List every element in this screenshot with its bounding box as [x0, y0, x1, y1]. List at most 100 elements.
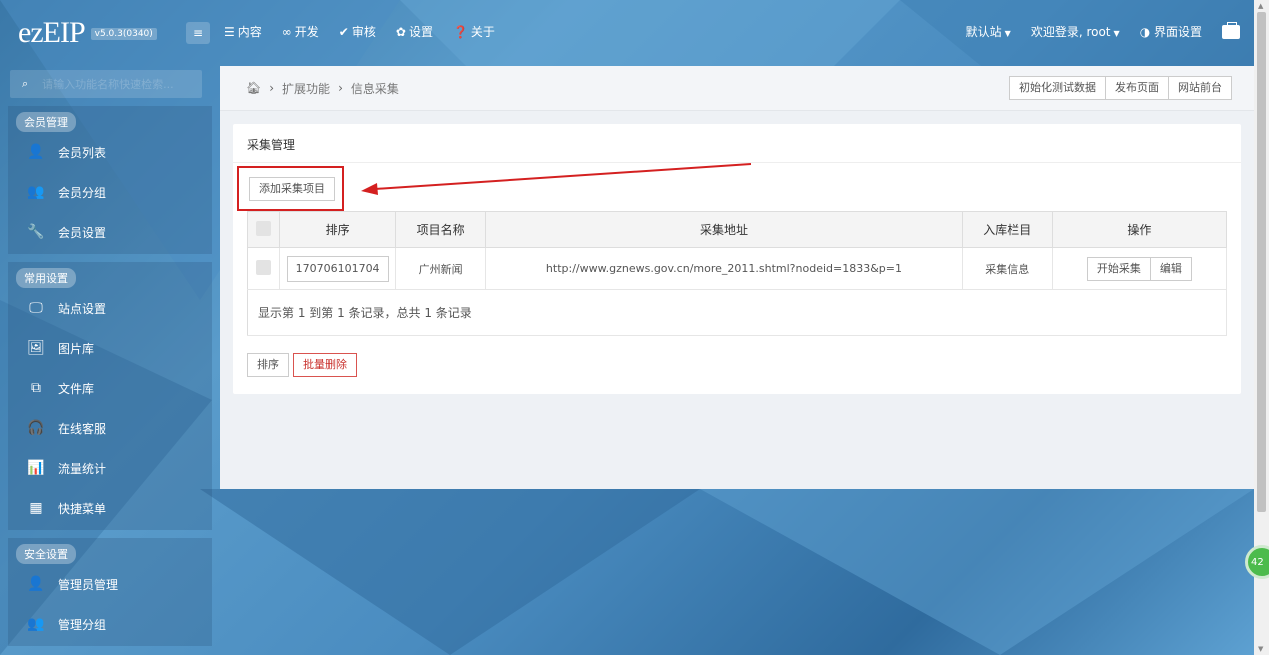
main-content: 🏠︎ › 扩展功能 › 信息采集 初始化测试数据 发布页面 网站前台 采集管理 … [220, 66, 1254, 489]
publish-page-button[interactable]: 发布页面 [1105, 76, 1169, 100]
breadcrumb-item-current: 信息采集 [350, 81, 399, 96]
sidebar-item-member-list[interactable]: 👤 会员列表 [8, 132, 212, 172]
nav-content[interactable]: ☰ 内容 [224, 23, 262, 40]
sidebar-item-member-group[interactable]: 👥 会员分组 [8, 172, 212, 212]
group-label: 常用设置 [16, 268, 76, 288]
sidebar-item-file-library[interactable]: ⧉ 文件库 [8, 368, 212, 408]
headset-icon: 🎧 [27, 420, 45, 436]
col-category: 入库栏目 [962, 211, 1053, 248]
row-category: 采集信息 [962, 247, 1053, 290]
row-checkbox[interactable] [256, 259, 272, 275]
home-icon[interactable]: 🏠︎ [246, 81, 261, 95]
sidebar-item-label: 流量统计 [58, 461, 107, 476]
top-bar: ezEIP v5.0.3(0340) ≡ ☰ 内容 ∞ 开发 ✔ 审核 ✿ 设置 ❓ 关于… [0, 0, 1254, 66]
site-frontend-button[interactable]: 网站前台 [1168, 76, 1232, 100]
nav-about[interactable]: ❓ 关于 [453, 23, 495, 40]
wrench-icon: 🔧 [27, 224, 45, 240]
nav-label: 设置 [408, 25, 433, 39]
highlight-box: 添加采集项目 [237, 166, 344, 211]
user-icon: 👤 [27, 144, 45, 160]
nav-review[interactable]: ✔ 审核 [339, 23, 376, 40]
sidebar-item-admin-management[interactable]: 👤 管理员管理 [8, 564, 212, 604]
question-icon: ❓ [452, 25, 468, 39]
sidebar-item-label: 文件库 [58, 381, 95, 396]
sidebar-item-member-settings[interactable]: 🔧 会员设置 [8, 212, 212, 252]
users-icon: 👥 [27, 184, 45, 200]
menu-toggle-button[interactable]: ≡ [186, 22, 210, 44]
sidebar-item-label: 会员列表 [58, 145, 107, 160]
files-icon: ⧉ [31, 380, 41, 396]
sidebar-item-label: 管理分组 [58, 617, 107, 632]
sidebar-item-site-settings[interactable]: 🖵 站点设置 [8, 288, 212, 328]
group-label: 安全设置 [16, 544, 76, 564]
row-sort-cell [279, 247, 397, 290]
col-sort[interactable]: 排序 [279, 211, 397, 248]
col-url: 采集地址 [485, 211, 963, 248]
grid-icon: ▦ [29, 500, 43, 516]
group-label: 会员管理 [16, 112, 76, 132]
user-dropdown[interactable]: 欢迎登录, root ▼ [1031, 23, 1120, 40]
site-label: 默认站 [965, 25, 1002, 39]
nav-develop[interactable]: ∞ 开发 [282, 23, 319, 40]
scroll-thumb[interactable] [1257, 12, 1266, 512]
scroll-down-icon[interactable]: ▼ [1258, 645, 1263, 653]
col-actions: 操作 [1052, 211, 1228, 248]
chevron-down-icon: ▼ [1113, 29, 1120, 38]
nav-settings[interactable]: ✿ 设置 [396, 23, 433, 40]
add-collection-button[interactable]: 添加采集项目 [249, 177, 335, 201]
row-name: 广州新闻 [395, 247, 487, 290]
users-icon: 👥 [27, 616, 45, 632]
top-right-menu: 默认站 ▼ 欢迎登录, root ▼ ◑ 界面设置 [966, 21, 1240, 40]
search-icon: ⌕ [22, 77, 29, 90]
sidebar-item-traffic-stats[interactable]: 📊 流量统计 [8, 448, 212, 488]
sort-button[interactable]: 排序 [247, 353, 289, 377]
col-name: 项目名称 [395, 211, 487, 248]
sidebar-item-admin-group[interactable]: 👥 管理分组 [8, 604, 212, 644]
breadcrumb-item[interactable]: 扩展功能 [282, 80, 330, 97]
sidebar-item-label: 快捷菜单 [58, 501, 107, 516]
sidebar-item-label: 管理员管理 [58, 577, 119, 592]
sidebar-item-label: 在线客服 [58, 421, 107, 436]
check-icon: ✔ [338, 25, 349, 39]
version-badge: v5.0.3(0340) [90, 28, 157, 40]
contrast-icon: ◑ [1139, 25, 1154, 39]
image-icon: 🖼 [27, 340, 45, 356]
start-collect-button[interactable]: 开始采集 [1086, 256, 1151, 281]
gear-icon: ✿ [395, 25, 406, 39]
nav-label: 关于 [470, 25, 495, 39]
chevron-right-icon: › [269, 81, 275, 95]
nav-label: 内容 [237, 25, 262, 39]
chevron-right-icon: › [338, 81, 343, 95]
sidebar-item-label: 站点设置 [58, 301, 107, 316]
table-header-row: 排序 项目名称 采集地址 入库栏目 操作 [247, 211, 1228, 248]
briefcase-icon[interactable] [1222, 21, 1240, 39]
sidebar-item-label: 图片库 [58, 341, 95, 356]
annotation-arrow [361, 163, 751, 195]
monitor-icon: 🖵 [29, 300, 43, 316]
init-test-data-button[interactable]: 初始化测试数据 [1009, 76, 1106, 100]
site-dropdown[interactable]: 默认站 ▼ [966, 23, 1011, 40]
select-all-checkbox[interactable] [256, 220, 272, 236]
sidebar-item-label: 会员分组 [58, 185, 107, 200]
batch-delete-button[interactable]: 批量删除 [293, 353, 357, 377]
sort-input[interactable] [286, 255, 389, 282]
chevron-down-icon: ▼ [1004, 29, 1011, 38]
sidebar-item-online-service[interactable]: 🎧 在线客服 [8, 408, 212, 448]
sidebar-item-quick-menu[interactable]: ▦ 快捷菜单 [8, 488, 212, 528]
select-all-cell [247, 211, 281, 248]
welcome-label: 欢迎登录, root [1030, 25, 1111, 39]
table-summary-row: 显示第 1 到第 1 条记录，总共 1 条记录 [247, 289, 1227, 336]
sidebar-item-label: 会员设置 [58, 225, 107, 240]
edit-button[interactable]: 编辑 [1149, 256, 1192, 281]
row-actions: 开始采集 编辑 [1052, 247, 1228, 290]
list-icon: ☰ [224, 25, 235, 39]
search-placeholder: 请输入功能名称快速检索... [42, 78, 174, 91]
logo[interactable]: ezEIP v5.0.3(0340) [18, 16, 157, 50]
scroll-up-icon[interactable]: ▲ [1258, 2, 1263, 10]
collection-table: 排序 项目名称 采集地址 入库栏目 操作 广州新闻 http://www.gzn… [247, 211, 1228, 336]
sidebar-item-image-library[interactable]: 🖼 图片库 [8, 328, 212, 368]
ui-settings-button[interactable]: ◑ 界面设置 [1140, 23, 1202, 40]
table-row: 广州新闻 http://www.gznews.gov.cn/more_2011.… [247, 247, 1228, 290]
sidebar-search[interactable]: ⌕ 请输入功能名称快速检索... [10, 70, 202, 98]
panel-title: 采集管理 [233, 124, 1241, 163]
